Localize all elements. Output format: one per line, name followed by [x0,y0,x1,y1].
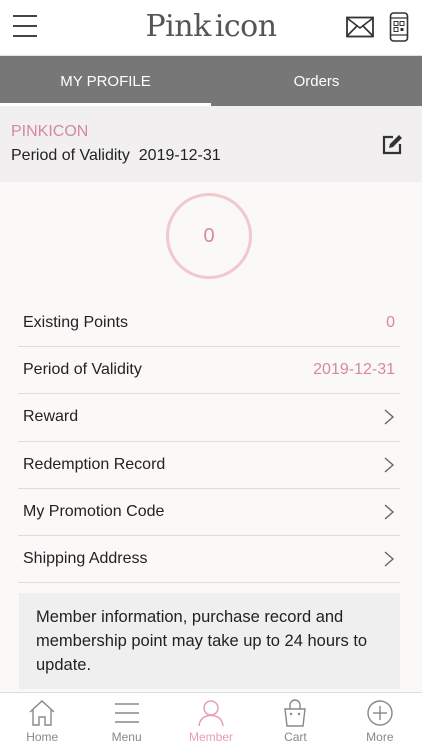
list-item-value: 2019-12-31 [313,361,395,379]
logo-text-right: icon [214,8,277,44]
update-notice: Member information, purchase record and … [19,593,400,689]
cart-icon [284,699,307,727]
tab-my-profile[interactable]: MY PROFILE [0,56,211,106]
chevron-right-icon [384,457,395,473]
list-item-value: 0 [386,314,395,332]
list-item-reward[interactable]: Reward [18,394,400,442]
points-circle: 0 [166,193,252,279]
list-item-shipping-address[interactable]: Shipping Address [18,536,400,584]
chevron-right-icon [384,409,395,425]
menu-icon [114,703,139,723]
logo-text-left: Pink [145,8,211,44]
list-item-label: Reward [23,408,79,426]
bottom-nav: Home Menu Member Cart More [0,692,422,750]
validity-summary: Period of Validity 2019-12-31 [11,147,221,165]
mail-icon[interactable] [346,16,374,38]
nav-home[interactable]: Home [0,693,84,750]
hamburger-menu-icon[interactable] [13,14,39,38]
nav-member[interactable]: Member [169,693,253,750]
list-item-label: Period of Validity [23,361,142,379]
nav-cart[interactable]: Cart [253,693,337,750]
nav-label: More [366,730,394,744]
chevron-right-icon [384,504,395,520]
profile-tabs: MY PROFILE Orders [0,56,422,106]
nav-label: Menu [111,730,142,744]
member-icon [198,700,224,727]
logo: Pink icon [145,8,277,44]
list-item-label: Existing Points [23,314,128,332]
edit-icon[interactable] [380,133,404,157]
more-icon [367,700,393,726]
nav-label: Member [189,730,234,744]
list-item-existing-points: Existing Points 0 [18,300,400,348]
tab-orders[interactable]: Orders [211,56,422,106]
list-item-label: Redemption Record [23,455,166,473]
list-item-label: Shipping Address [23,550,148,568]
nav-more[interactable]: More [338,693,422,750]
top-bar: Pink icon [0,0,422,56]
nav-label: Cart [284,730,307,744]
list-item-promotion-code[interactable]: My Promotion Code [18,489,400,536]
validity-label: Period of Validity [11,147,130,164]
nav-menu[interactable]: Menu [84,693,168,750]
list-item-redemption-record[interactable]: Redemption Record [18,442,400,489]
list-item-period-of-validity: Period of Validity 2019-12-31 [18,347,400,395]
home-icon [29,700,55,726]
list-item-label: My Promotion Code [23,502,165,520]
member-info-list: Existing Points 0 Period of Validity 201… [18,300,400,584]
validity-date: 2019-12-31 [138,147,221,164]
nav-label: Home [26,730,59,744]
member-brand: PINKICON [11,123,89,140]
mobile-qr-icon[interactable] [389,12,409,42]
profile-header: PINKICON Period of Validity 2019-12-31 [0,106,422,182]
chevron-right-icon [384,551,395,567]
